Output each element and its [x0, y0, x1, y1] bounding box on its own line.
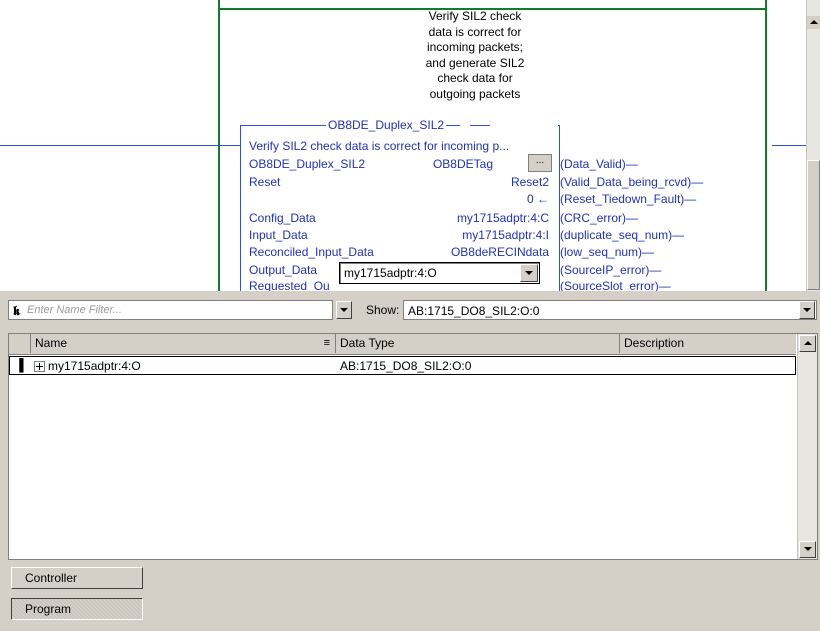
output-coil[interactable]: (duplicate_seq_num)— [560, 228, 684, 242]
aoi-param-value: my1715adptr:4:I [462, 228, 549, 242]
rung-comment-line: outgoing packets [429, 86, 521, 101]
column-header-label: Name [35, 336, 68, 350]
ladder-vertical-scrollbar[interactable] [806, 0, 820, 291]
output-coil[interactable]: (CRC_error)— [560, 211, 638, 225]
aoi-param-row[interactable]: Requested_Ou [249, 279, 330, 291]
show-filter-select[interactable]: AB:1715_DO8_SIL2:O:0 [403, 300, 817, 320]
output-coil[interactable]: (Data_Valid)— [560, 157, 638, 171]
output-coil[interactable]: (low_seq_num)— [560, 245, 654, 259]
rung-comment-line: and generate SIL2 [425, 55, 525, 70]
aoi-param-value: Reset2 [510, 175, 549, 189]
aoi-title-line-left [240, 125, 326, 126]
output-coil-label: (SourceIP_error) [560, 263, 650, 277]
scroll-up-button[interactable] [799, 335, 816, 352]
data-type-cell[interactable]: AB:1715_DO8_SIL2:O:0 [340, 359, 471, 373]
output-coil-label: (duplicate_seq_num) [560, 228, 673, 242]
rung-comment-line: Verify SIL2 check [428, 9, 522, 23]
chevron-down-icon [525, 271, 533, 275]
show-label: Show: [366, 303, 400, 317]
tag-select-value: my1715adptr:4:O [344, 266, 437, 280]
show-filter-dropdown-button[interactable] [799, 301, 815, 319]
rung-right-rail [765, 0, 767, 291]
column-header-data-type[interactable]: Data Type [336, 334, 620, 353]
expand-icon[interactable] [34, 361, 45, 372]
aoi-title-line-right [470, 125, 490, 126]
scroll-down-button[interactable] [799, 541, 816, 558]
aoi-param-label: Requested_Ou [249, 279, 330, 291]
aoi-param-label: Reconciled_Input_Data [249, 245, 374, 259]
output-coil[interactable]: (Valid_Data_being_rcvd)— [560, 175, 703, 189]
aoi-param-row[interactable]: OB8DE_Duplex_SIL2 OB8DETag [249, 157, 493, 171]
show-filter-value: AB:1715_DO8_SIL2:O:0 [408, 304, 540, 318]
scroll-up-button[interactable] [807, 16, 820, 29]
scrollbar-thumb[interactable] [807, 160, 820, 290]
aoi-properties-button[interactable]: ... [528, 154, 552, 172]
chevron-up-icon [804, 341, 812, 345]
output-coil-label: (Valid_Data_being_rcvd) [560, 175, 692, 189]
program-scope-button[interactable]: Program [11, 598, 143, 620]
rung-input-wire [0, 145, 240, 146]
output-coil[interactable]: (SourceIP_error)— [560, 263, 661, 277]
aoi-param-label: Input_Data [249, 228, 308, 242]
output-coil-label: (Reset_Tiedown_Fault) [560, 192, 685, 206]
aoi-param-row[interactable]: Reset Reset2 [249, 175, 549, 189]
ladder-editor[interactable]: Verify SIL2 check data is correct for in… [0, 0, 806, 291]
tag-select-combo[interactable]: my1715adptr:4:O [339, 262, 540, 284]
tag-filter-bar: 𝖐 Enter Name Filter... Show: AB:1715_DO8… [0, 291, 820, 331]
tag-table: Name ≡ Data Type Description ▐ my1715adp… [8, 333, 818, 560]
aoi-param-value: 0 ← [526, 192, 549, 206]
aoi-param-row[interactable]: Reconciled_Input_Data OB8deRECINdata [249, 245, 549, 259]
aoi-param-value: OB8DETag [432, 157, 493, 171]
chevron-down-icon [340, 308, 348, 312]
output-coil-label: (SourceSlot_error) [560, 279, 659, 291]
controller-scope-button[interactable]: Controller [11, 567, 143, 589]
aoi-description: Verify SIL2 check data is correct for in… [249, 139, 510, 153]
tag-select-dropdown-button[interactable] [520, 264, 538, 282]
aoi-param-row[interactable]: Config_Data my1715adptr:4:C [249, 211, 549, 225]
chevron-down-icon [804, 547, 812, 551]
table-vertical-scrollbar[interactable] [797, 334, 817, 559]
name-filter-dropdown-button[interactable] [336, 301, 352, 319]
aoi-param-value: my1715adptr:4:C [456, 211, 549, 225]
name-filter-input[interactable]: 𝖐 Enter Name Filter... [8, 300, 333, 320]
aoi-param-value: OB8deRECINdata [450, 245, 549, 259]
rung-comment-line: incoming packets; [426, 40, 524, 54]
chevron-up-icon [810, 20, 818, 24]
aoi-param-label: Config_Data [249, 211, 316, 225]
rung-comment-line: check data for [437, 71, 513, 85]
chevron-down-icon [803, 308, 811, 312]
row-indicator-header [9, 334, 31, 353]
output-coil-label: (CRC_error) [560, 211, 626, 225]
output-coil[interactable]: (SourceSlot_error)— [560, 279, 671, 291]
table-row[interactable]: ▐ my1715adptr:4:O AB:1715_DO8_SIL2:O:0 [9, 356, 796, 375]
aoi-param-label: OB8DE_Duplex_SIL2 [249, 157, 366, 171]
controller-scope-label: Controller [25, 571, 78, 585]
row-selector-icon: ▐ [15, 358, 24, 372]
table-header: Name ≡ Data Type Description [9, 334, 796, 355]
aoi-param-label: Reset [249, 175, 281, 189]
aoi-param-row[interactable]: Output_Data [249, 263, 317, 277]
column-header-name[interactable]: Name ≡ [31, 334, 336, 353]
program-scope-label: Program [25, 602, 72, 616]
filter-icon: 𝖐 [13, 303, 21, 318]
output-coil-label: (low_seq_num) [560, 245, 643, 259]
aoi-param-row[interactable]: Input_Data my1715adptr:4:I [249, 228, 549, 242]
name-filter-placeholder: Enter Name Filter... [27, 304, 122, 316]
rung-comment-line: data is correct for [428, 24, 522, 39]
output-coil-label: (Data_Valid) [560, 157, 626, 171]
sort-icon[interactable]: ≡ [324, 334, 330, 353]
column-header-label: Data Type [340, 336, 395, 350]
aoi-param-label: Output_Data [249, 263, 318, 277]
aoi-title: OB8DE_Duplex_SIL2 [326, 118, 447, 132]
output-coil[interactable]: (Reset_Tiedown_Fault)— [560, 192, 696, 206]
rung-comment: Verify SIL2 check data is correct for in… [390, 9, 560, 102]
column-header-label: Description [624, 336, 685, 350]
tag-name-cell[interactable]: my1715adptr:4:O [48, 359, 141, 373]
column-header-description[interactable]: Description [620, 334, 796, 353]
rung-output-wire [772, 145, 806, 146]
